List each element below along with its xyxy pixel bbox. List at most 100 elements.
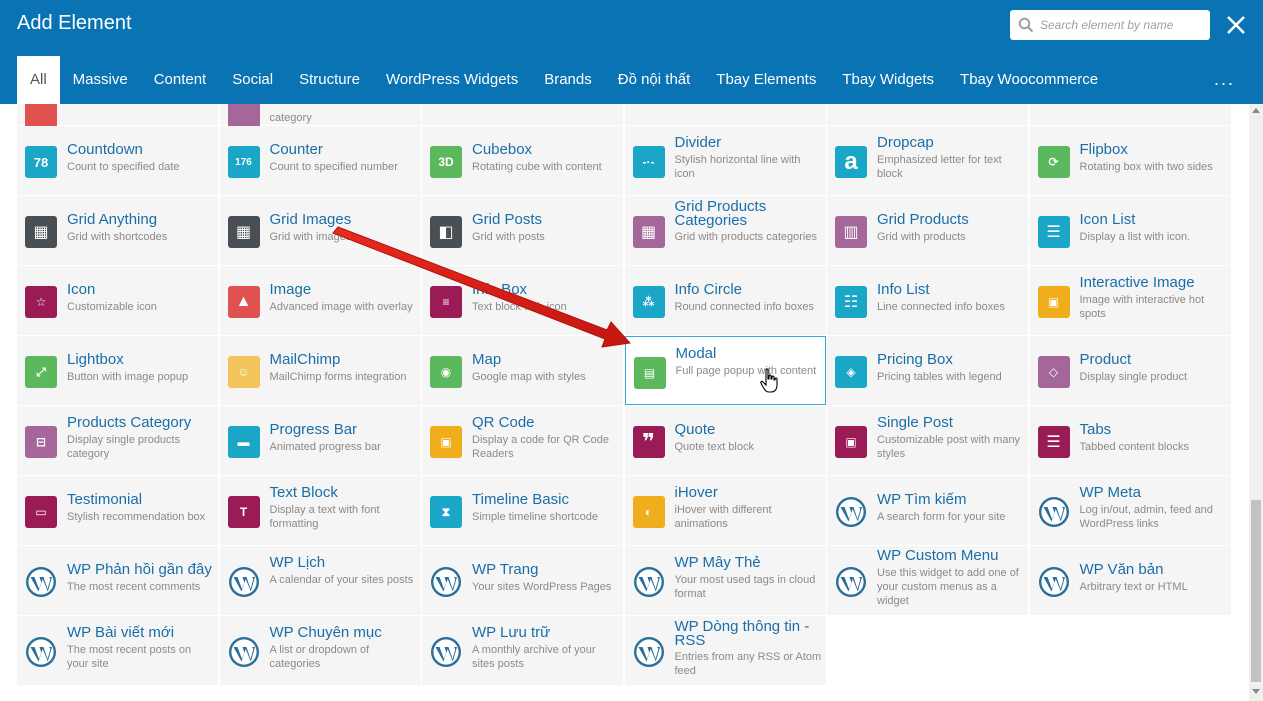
scroll-up-arrow-icon[interactable]: [1252, 108, 1260, 113]
element-card-info-list[interactable]: ☷ Info List Line connected info boxes: [827, 266, 1028, 335]
element-title: Interactive Image: [1079, 274, 1195, 291]
tab-tbay-elements[interactable]: Tbay Elements: [703, 56, 829, 104]
element-description: Round connected info boxes: [674, 301, 814, 313]
element-title: Info Circle: [674, 281, 743, 298]
element-card-modal[interactable]: ▤ Modal Full page popup with content: [624, 336, 826, 405]
element-description: Simple timeline shortcode: [472, 511, 598, 523]
element-card-wp-dong-thong-tin-rss[interactable]: WP Dòng thông tin - RSS Entries from any …: [624, 616, 826, 685]
quote-icon: ❞: [632, 426, 665, 458]
more-tabs-button[interactable]: ...: [1214, 70, 1238, 88]
tab-massive[interactable]: Massive: [60, 56, 141, 104]
scrollbar[interactable]: [1249, 104, 1263, 701]
element-card-grid-anything[interactable]: ▦ Grid Anything Grid with shortcodes: [17, 196, 218, 265]
element-card-icon-list[interactable]: ☰ Icon List Display a list with icon.: [1029, 196, 1231, 265]
element-card-grid-images[interactable]: ▦ Grid Images Grid with images: [219, 196, 421, 265]
element-title: Cubebox: [472, 141, 533, 158]
icon-glyph: ⊟: [35, 435, 47, 449]
element-card-products-category[interactable]: ⊟ Products Category Display single product…: [17, 406, 218, 475]
element-description: Grid with posts: [472, 231, 545, 243]
element-card-info-box[interactable]: ≡ Info Box Text block with icon: [422, 266, 623, 335]
icon-glyph: a: [844, 148, 858, 175]
element-card-wp-phan-hoi-gan-day[interactable]: WP Phản hồi gần đây The most recent comme…: [17, 546, 218, 615]
element-card-flipbox[interactable]: ⟳ Flipbox Rotating box with two sides: [1029, 126, 1231, 195]
element-card-partial[interactable]: [827, 104, 1028, 125]
element-card-partial[interactable]: [1029, 104, 1231, 125]
scroll-down-arrow-icon[interactable]: [1252, 689, 1260, 694]
element-card-qr-code[interactable]: ▣ QR Code Display a code for QR Code Reade…: [422, 406, 623, 475]
tab-content[interactable]: Content: [141, 56, 220, 104]
element-card-single-post[interactable]: ▣ Single Post Customizable post with many …: [827, 406, 1028, 475]
element-card-counter[interactable]: 176 Counter Count to specified number: [219, 126, 421, 195]
element-card-pricing-box[interactable]: ◈ Pricing Box Pricing tables with legend: [827, 336, 1028, 405]
element-card-wp-meta[interactable]: WP Meta Log in/out, admin, feed and WordP…: [1029, 476, 1231, 545]
element-description: Customizable post with many styles: [877, 434, 1021, 460]
wordpress-icon: [835, 496, 867, 528]
element-title: Grid Posts: [472, 211, 543, 228]
element-card-partial[interactable]: category: [219, 104, 421, 128]
element-card-quote[interactable]: ❞ Quote Quote text block: [624, 406, 826, 475]
element-card-countdown[interactable]: 78 Countdown Count to specified date: [17, 126, 218, 195]
speech-bubble-icon: ▭: [25, 496, 57, 528]
element-card-image[interactable]: ▲ Image Advanced image with overlay: [219, 266, 421, 335]
star-icon: ☆: [25, 286, 57, 318]
tab-structure[interactable]: Structure: [286, 56, 373, 104]
element-card-mailchimp[interactable]: ☺ MailChimp MailChimp forms integration: [219, 336, 421, 405]
element-title: Lightbox: [67, 351, 124, 368]
element-card-testimonial[interactable]: ▭ Testimonial Stylish recommendation box: [17, 476, 218, 545]
element-card-text-block[interactable]: T Text Block Display a text with font form…: [219, 476, 421, 545]
element-title: MailChimp: [269, 351, 341, 368]
wordpress-icon: [228, 636, 260, 668]
element-card-wp-lich[interactable]: WP Lịch A calendar of your sites posts: [219, 546, 421, 615]
wordpress-icon: [633, 566, 665, 598]
icon-glyph: ⟳: [1048, 155, 1059, 169]
close-icon[interactable]: [1222, 10, 1250, 40]
scroll-thumb[interactable]: [1251, 500, 1261, 682]
element-card-grid-products-categories[interactable]: ▦ Grid Products Categories Grid with produ…: [624, 196, 826, 265]
tab-do-noi-that[interactable]: Đồ nội thất: [605, 56, 704, 104]
element-card-cubebox[interactable]: 3D Cubebox Rotating cube with content: [422, 126, 623, 195]
element-title: WP Văn bản: [1079, 561, 1164, 578]
element-card-partial[interactable]: [422, 104, 623, 125]
element-description: Text block with icon: [472, 301, 567, 313]
icon-glyph: T: [239, 505, 248, 519]
element-card-wp-van-ban[interactable]: WP Văn bản Arbitrary text or HTML: [1029, 546, 1231, 615]
element-card-wp-luu-tru[interactable]: WP Lưu trữ A monthly archive of your site…: [422, 616, 623, 685]
element-card-wp-tim-kiem[interactable]: WP Tìm kiếm A search form for your site: [827, 476, 1028, 545]
lightbox-icon: ⤢: [25, 356, 57, 388]
element-card-icon[interactable]: ☆ Icon Customizable icon: [17, 266, 218, 335]
tab-wordpress-widgets[interactable]: WordPress Widgets: [373, 56, 531, 104]
element-card-wp-chuyen-muc[interactable]: WP Chuyên mục A list or dropdown of categ…: [219, 616, 421, 685]
wordpress-icon: [228, 566, 260, 598]
element-card-divider[interactable]: -·- Divider Stylish horizontal line with i…: [624, 126, 826, 195]
tab-tbay-woocommerce[interactable]: Tbay Woocommerce: [947, 56, 1111, 104]
search-box[interactable]: [1010, 10, 1210, 40]
element-card-wp-trang[interactable]: WP Trang Your sites WordPress Pages: [422, 546, 623, 615]
element-card-product[interactable]: ◇ Product Display single product: [1029, 336, 1231, 405]
element-card-progress-bar[interactable]: ▬ Progress Bar Animated progress bar: [219, 406, 421, 475]
element-card-wp-may-the[interactable]: WP Mây Thẻ Your most used tags in cloud f…: [624, 546, 826, 615]
element-title: WP Meta: [1079, 484, 1141, 501]
element-card-ihover[interactable]: ◐ iHover iHover with different animations: [624, 476, 826, 545]
element-card-info-circle[interactable]: ⁂ Info Circle Round connected info boxes: [624, 266, 826, 335]
element-card-tabs[interactable]: ☰ Tabs Tabbed content blocks: [1029, 406, 1231, 475]
search-icon: [1018, 17, 1034, 33]
tab-brands[interactable]: Brands: [531, 56, 605, 104]
element-card-wp-custom-menu[interactable]: WP Custom Menu Use this widget to add one…: [827, 546, 1028, 615]
element-card-partial[interactable]: [624, 104, 826, 125]
tab-tbay-widgets[interactable]: Tbay Widgets: [829, 56, 947, 104]
counter-icon: 176: [227, 146, 260, 178]
element-card-partial[interactable]: [17, 104, 218, 128]
element-card-lightbox[interactable]: ⤢ Lightbox Button with image popup: [17, 336, 218, 405]
element-card-interactive-image[interactable]: ▣ Interactive Image Image with interactive…: [1029, 266, 1231, 335]
element-description: Pricing tables with legend: [877, 371, 1002, 383]
tab-social[interactable]: Social: [219, 56, 286, 104]
element-card-timeline-basic[interactable]: ⧗ Timeline Basic Simple timeline shortcode: [422, 476, 623, 545]
element-card-dropcap[interactable]: a Dropcap Emphasized letter for text block: [827, 126, 1028, 195]
element-card-grid-posts[interactable]: ◧ Grid Posts Grid with posts: [422, 196, 623, 265]
element-card-map[interactable]: ◉ Map Google map with styles: [422, 336, 623, 405]
element-card-wp-bai-viet-moi[interactable]: WP Bài viết mới The most recent posts on …: [17, 616, 218, 685]
element-card-grid-products[interactable]: ▥ Grid Products Grid with products: [827, 196, 1028, 265]
search-input[interactable]: [1040, 15, 1200, 35]
qr-code-icon: ▣: [430, 426, 462, 458]
tab-all[interactable]: All: [17, 56, 60, 104]
